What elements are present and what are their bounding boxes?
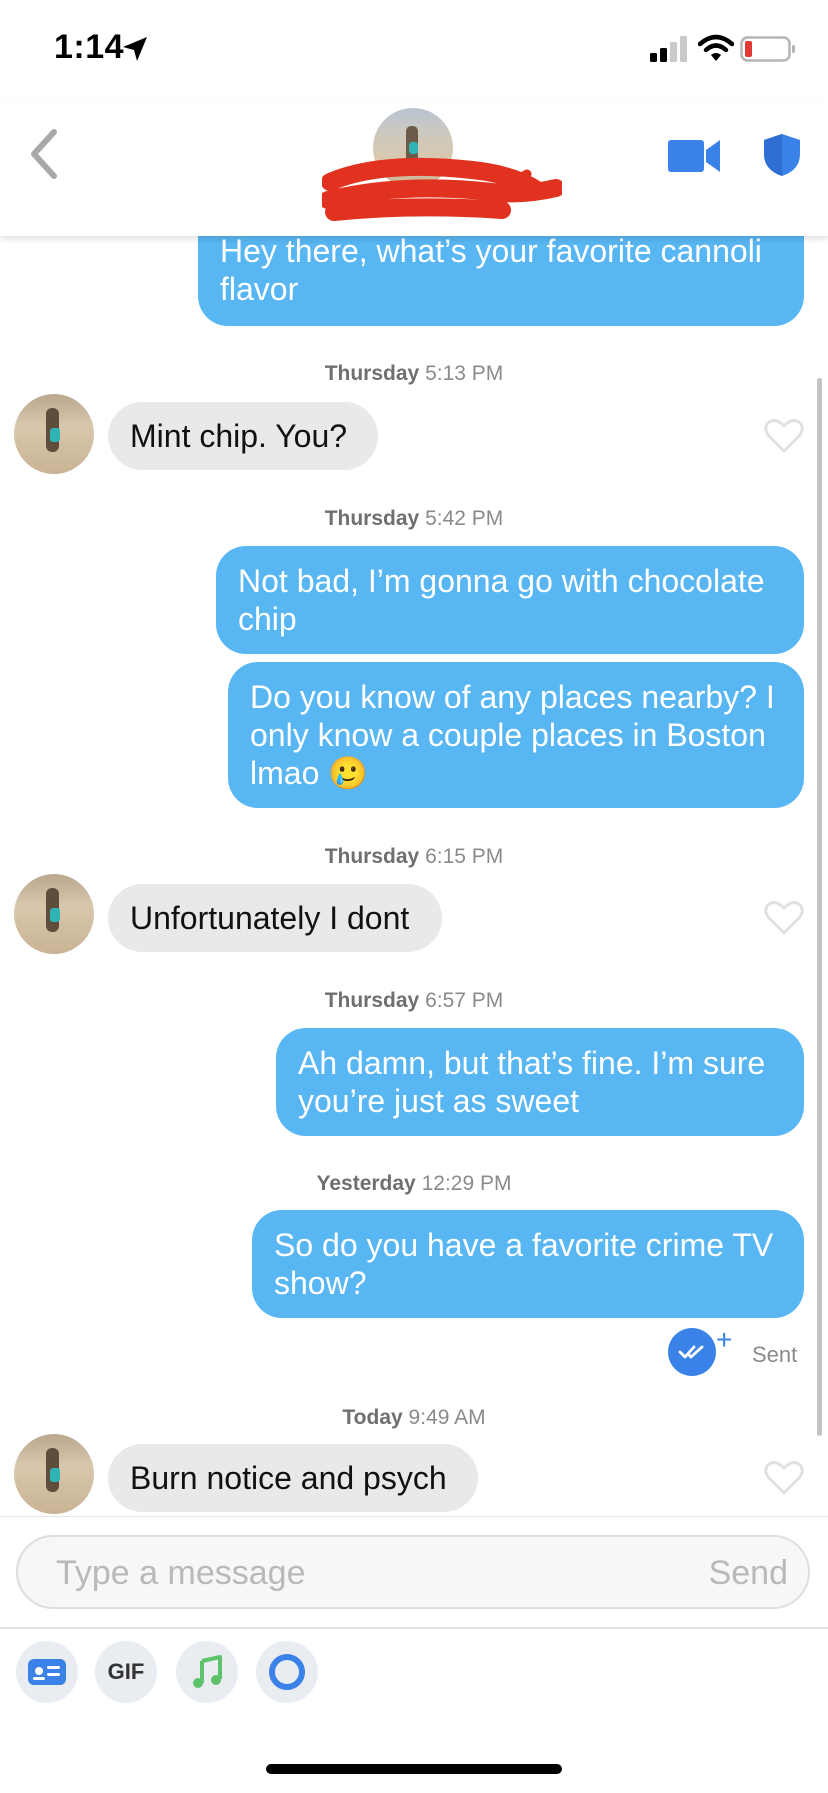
timestamp: Thursday 5:42 PM [324, 507, 504, 530]
home-indicator[interactable] [266, 1764, 562, 1774]
safety-shield-icon[interactable] [762, 132, 802, 178]
battery-icon [740, 36, 795, 62]
emoji: 🥲 [328, 755, 369, 791]
double-check-icon [678, 1345, 704, 1359]
timestamp: Thursday 6:57 PM [324, 989, 504, 1012]
like-heart-icon[interactable] [764, 418, 804, 454]
circle-feature-button[interactable] [256, 1641, 318, 1703]
incoming-message[interactable]: Mint chip. You? [108, 402, 378, 470]
timestamp: Thursday 5:13 PM [324, 362, 504, 385]
music-note-icon [193, 1655, 222, 1688]
avatar[interactable] [14, 394, 94, 474]
message-text: Ah damn, but that’s fine. I’m sure you’r… [298, 1045, 766, 1119]
gif-button[interactable]: GIF [95, 1641, 157, 1703]
cellular-signal-icon [650, 36, 687, 62]
wifi-icon [698, 34, 734, 61]
outgoing-message[interactable]: Hey there, what’s your favorite cannoli … [198, 224, 804, 326]
outgoing-message[interactable]: Do you know of any places nearby? I only… [228, 662, 804, 808]
sent-status: Sent [752, 1342, 798, 1367]
status-time: 1:14 [54, 28, 125, 66]
scrollbar[interactable] [817, 378, 822, 1436]
message-text: Do you know of any places nearby? I only… [250, 679, 775, 791]
chat-header [0, 100, 828, 236]
gif-label: GIF [107, 1659, 145, 1684]
avatar[interactable] [14, 874, 94, 954]
message-text: Hey there, what’s your favorite cannoli … [220, 233, 762, 307]
incoming-message[interactable]: Unfortunately I dont [108, 884, 442, 952]
message-text: Unfortunately I dont [130, 900, 410, 936]
read-receipt-button[interactable] [668, 1328, 716, 1376]
outgoing-message[interactable]: So do you have a favorite crime TV show? [252, 1210, 804, 1318]
profile-card-button[interactable] [16, 1641, 78, 1703]
send-button[interactable]: Send [709, 1554, 788, 1593]
message-text: Mint chip. You? [130, 418, 348, 454]
outgoing-message[interactable]: Not bad, I’m gonna go with chocolate chi… [216, 546, 804, 654]
location-arrow-icon [123, 37, 147, 61]
status-bar: 1:14 [0, 0, 828, 100]
ring-icon [269, 1654, 305, 1690]
message-text: So do you have a favorite crime TV show? [274, 1227, 774, 1301]
avatar[interactable] [14, 1434, 94, 1514]
divider [0, 1627, 828, 1629]
timestamp: Today 9:49 AM [342, 1406, 486, 1429]
music-button[interactable] [176, 1641, 238, 1703]
like-heart-icon[interactable] [764, 900, 804, 936]
outgoing-message[interactable]: Ah damn, but that’s fine. I’m sure you’r… [276, 1028, 804, 1136]
timestamp: Thursday 6:15 PM [324, 845, 504, 868]
message-text: Not bad, I’m gonna go with chocolate chi… [238, 563, 765, 637]
video-call-icon[interactable] [668, 138, 722, 174]
message-input[interactable]: Type a message Send [16, 1535, 810, 1609]
message-text: Burn notice and psych [130, 1460, 447, 1496]
plus-icon[interactable]: + [716, 1326, 732, 1354]
incoming-message[interactable]: Burn notice and psych [108, 1444, 478, 1512]
back-chevron-icon[interactable] [26, 128, 60, 180]
id-card-icon [28, 1659, 66, 1685]
like-heart-icon[interactable] [764, 1460, 804, 1496]
message-input-placeholder: Type a message [56, 1554, 306, 1592]
timestamp: Yesterday 12:29 PM [316, 1172, 512, 1195]
name-redaction-scribble [322, 157, 562, 221]
